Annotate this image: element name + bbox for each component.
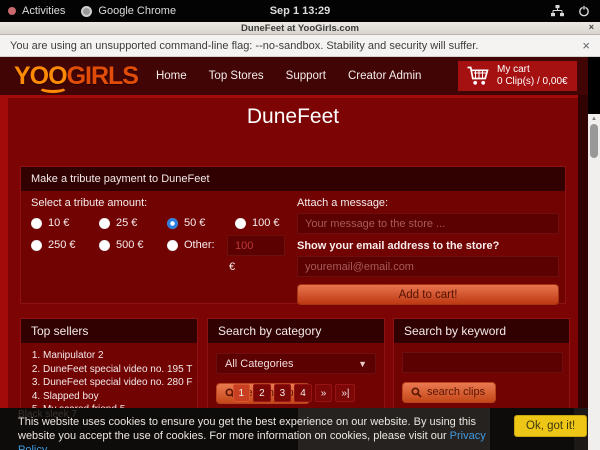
top-sellers-list: Manipulator 2 DuneFeet special video no.… (43, 349, 193, 417)
currency-symbol: € (229, 261, 235, 273)
cart-icon (466, 65, 490, 87)
pagination: 1 2 3 4 » »| (0, 384, 588, 402)
add-to-cart-button[interactable]: Add to cart! (297, 284, 559, 305)
site-header: YOOGIRLS Home Top Stores Support Creator… (0, 57, 588, 95)
tribute-panel: Make a tribute payment to DuneFeet Selec… (20, 166, 566, 304)
radio-icon[interactable] (31, 218, 42, 229)
pagination-page-4[interactable]: 4 (294, 384, 312, 402)
logo-smile-icon (38, 81, 68, 93)
radio-option-500[interactable]: 500 € (99, 239, 144, 251)
page-content: YOOGIRLS Home Top Stores Support Creator… (0, 57, 588, 450)
email-label: Show your email address to the store? (297, 240, 559, 252)
chevron-down-icon: ▼ (358, 359, 367, 369)
chrome-infobar: You are using an unsupported command-lin… (0, 35, 600, 57)
clock[interactable]: Sep 1 13:29 (0, 5, 600, 17)
radio-option-10[interactable]: 10 € (31, 217, 69, 229)
message-label: Attach a message: (297, 197, 559, 209)
category-select-value: All Categories (225, 358, 293, 370)
top-sellers-header: Top sellers (21, 319, 197, 343)
pagination-page-2[interactable]: 2 (253, 384, 271, 402)
power-icon[interactable] (578, 5, 590, 17)
radio-label: 500 € (116, 239, 144, 251)
tribute-panel-header: Make a tribute payment to DuneFeet (21, 167, 565, 191)
category-search-header: Search by category (208, 319, 384, 343)
cookie-message-text: This website uses cookies to ensure you … (18, 416, 476, 442)
other-amount-input[interactable] (227, 235, 285, 256)
radio-label: 10 € (48, 217, 69, 229)
cookie-message: This website uses cookies to ensure you … (18, 415, 496, 450)
top-seller-item[interactable]: DuneFeet special video no. 195 T (43, 363, 193, 377)
pagination-next-icon[interactable]: » (315, 384, 333, 402)
keyword-search-header: Search by keyword (394, 319, 569, 343)
desktop-screen: Activities Google Chrome Sep 1 13:29 (0, 0, 600, 450)
cart-widget[interactable]: My cart 0 Clip(s) / 0,00€ (458, 61, 577, 91)
radio-icon[interactable] (31, 240, 42, 251)
radio-label: 250 € (48, 239, 76, 251)
cart-summary: 0 Clip(s) / 0,00€ (497, 76, 568, 88)
radio-label: Other: (184, 239, 215, 251)
window-title-bar[interactable]: DuneFeet at YooGirls.com × (0, 22, 600, 35)
cookie-consent-bar: Black sleek 7 This website uses cookies … (0, 408, 588, 450)
browser-viewport: YOOGIRLS Home Top Stores Support Creator… (0, 57, 600, 450)
message-input[interactable] (297, 213, 559, 234)
pagination-page-1[interactable]: 1 (233, 384, 251, 402)
radio-option-other[interactable]: Other: (167, 239, 215, 251)
radio-option-50[interactable]: 50 € (167, 217, 205, 229)
infobar-message: You are using an unsupported command-lin… (10, 40, 478, 52)
amount-label: Select a tribute amount: (31, 197, 147, 209)
radio-label: 50 € (184, 217, 205, 229)
main-nav: Home Top Stores Support Creator Admin (156, 70, 421, 82)
radio-icon[interactable] (99, 218, 110, 229)
window-close-icon[interactable]: × (589, 22, 594, 32)
radio-option-25[interactable]: 25 € (99, 217, 137, 229)
infobar-close-icon[interactable]: × (582, 38, 590, 53)
logo-text-girls: GIRLS (67, 64, 138, 89)
cookie-accept-button[interactable]: Ok, got it! (514, 415, 587, 437)
window-title: DuneFeet at YooGirls.com (241, 23, 359, 34)
nav-item-creator-admin[interactable]: Creator Admin (348, 70, 422, 82)
category-select[interactable]: All Categories ▼ (216, 353, 376, 374)
pagination-page-3[interactable]: 3 (274, 384, 292, 402)
network-icon[interactable] (551, 5, 564, 17)
pagination-last-icon[interactable]: »| (335, 384, 355, 402)
radio-option-100[interactable]: 100 € (235, 217, 280, 229)
page-scrollbar[interactable]: ▲ ▼ (588, 114, 600, 450)
scrollbar-up-icon[interactable]: ▲ (588, 114, 600, 124)
radio-icon-selected[interactable] (167, 218, 178, 229)
site-logo[interactable]: YOOGIRLS (14, 64, 138, 89)
nav-item-home[interactable]: Home (156, 70, 187, 82)
gnome-top-bar: Activities Google Chrome Sep 1 13:29 (0, 0, 600, 22)
radio-option-250[interactable]: 250 € (31, 239, 76, 251)
top-seller-item[interactable]: Manipulator 2 (43, 349, 193, 363)
keyword-input[interactable] (402, 352, 563, 373)
radio-label: 25 € (116, 217, 137, 229)
radio-icon[interactable] (167, 240, 178, 251)
page-title: DuneFeet (8, 98, 578, 129)
radio-label: 100 € (252, 217, 280, 229)
nav-item-top-stores[interactable]: Top Stores (209, 70, 264, 82)
radio-icon[interactable] (235, 218, 246, 229)
scrollbar-thumb[interactable] (590, 124, 598, 158)
email-input[interactable] (297, 256, 559, 277)
nav-item-support[interactable]: Support (286, 70, 326, 82)
radio-icon[interactable] (99, 240, 110, 251)
page-right-shade (578, 57, 588, 408)
cart-title: My cart (497, 64, 568, 76)
